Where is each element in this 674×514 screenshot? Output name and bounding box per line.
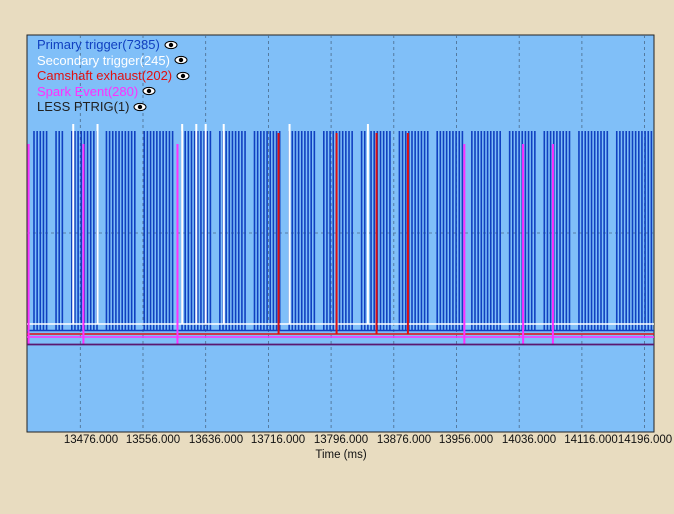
x-axis-title: Time (ms): [315, 449, 367, 461]
legend-item-less-ptrig[interactable]: LESS PTRIG(1): [37, 99, 190, 115]
x-tick-label: 14116.000: [564, 434, 618, 446]
x-tick-label: 13956.000: [438, 434, 494, 446]
legend-item-camshaft-exhaust[interactable]: Camshaft exhaust(202): [37, 68, 190, 84]
eye-icon[interactable]: [176, 71, 190, 81]
legend: Primary trigger(7385) Secondary trigger(…: [37, 37, 190, 115]
x-tick-label: 13876.000: [376, 434, 432, 446]
legend-item-spark-event[interactable]: Spark Event(280): [37, 84, 190, 100]
eye-icon[interactable]: [174, 55, 188, 65]
legend-label: Camshaft exhaust(202): [37, 68, 173, 83]
x-tick-label: 13796.000: [313, 434, 369, 446]
legend-label: LESS PTRIG(1): [37, 99, 130, 114]
x-tick-label: 13716.000: [250, 434, 306, 446]
legend-label: Secondary trigger(245): [37, 52, 170, 68]
x-tick-label: 14036.000: [501, 434, 557, 446]
legend-label: Spark Event(280): [37, 83, 139, 99]
x-tick-label: 13636.000: [188, 434, 244, 446]
legend-label: Primary trigger(7385): [37, 37, 160, 52]
x-tick-label: 13476.000: [63, 434, 119, 446]
eye-icon[interactable]: [142, 86, 156, 96]
legend-item-primary-trigger[interactable]: Primary trigger(7385): [37, 37, 190, 53]
eye-icon[interactable]: [133, 102, 147, 112]
legend-item-secondary-trigger[interactable]: Secondary trigger(245): [37, 53, 190, 69]
x-tick-label: 14196.000: [617, 434, 673, 446]
x-tick-label: 13556.000: [125, 434, 181, 446]
eye-icon[interactable]: [164, 40, 178, 50]
